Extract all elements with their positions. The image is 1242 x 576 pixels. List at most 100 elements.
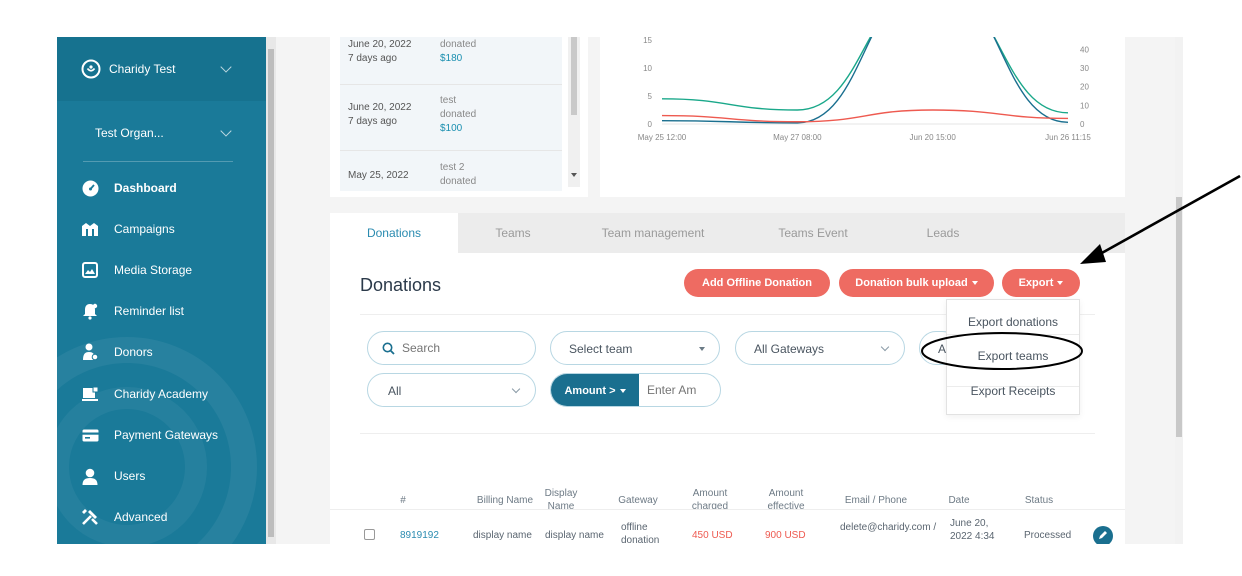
activity-ago: 7 days ago (348, 53, 397, 64)
all-value: All (388, 384, 402, 398)
col-header-email-phone[interactable]: Email / Phone (838, 494, 914, 507)
sidebar-item-label: Donors (114, 345, 153, 359)
chart-series-line-2 (661, 109, 1069, 123)
credit-card-icon (81, 426, 99, 444)
search-icon (382, 342, 395, 358)
col-header-gateway[interactable]: Gateway (618, 494, 658, 507)
sidebar-scrollbar-thumb[interactable] (268, 49, 274, 537)
sidebar-item-advanced[interactable]: Advanced (81, 505, 261, 529)
main-content: June 20, 20227 days ago testdonated$180 … (276, 37, 1175, 544)
chart-series-line-1 (661, 37, 1069, 124)
academy-icon (81, 385, 99, 403)
media-storage-icon (81, 261, 99, 279)
page-scrollbar[interactable] (1175, 37, 1183, 544)
sub-org-switcher[interactable]: Test Organ... (57, 101, 266, 163)
export-teams-item[interactable]: Export teams (947, 349, 1079, 363)
cell-amount-effective: 900 USD (765, 530, 806, 541)
activity-item: June 20, 20227 days ago testdonated$180 (340, 37, 562, 85)
edit-row-button[interactable] (1093, 526, 1113, 544)
activity-amount: $180 (440, 53, 463, 64)
col-header-billing-name[interactable]: Billing Name (470, 494, 540, 507)
cell-email: delete@charidy.com / (840, 522, 937, 533)
chart-svg: 0510150102030405060May 25 12:00May 27 08… (638, 37, 1091, 142)
x-tick-label: Jun 26 11:15 (1045, 133, 1091, 142)
gateways-dropdown[interactable]: All Gateways (735, 331, 905, 365)
sidebar-item-label: Charidy Academy (114, 387, 209, 401)
donations-chart: 0510150102030405060May 25 12:00May 27 08… (600, 37, 1125, 197)
search-field[interactable] (367, 331, 536, 365)
add-offline-donation-button[interactable]: Add Offline Donation (684, 269, 830, 297)
amount-input[interactable] (647, 383, 717, 397)
sidebar-item-label: Advanced (114, 510, 168, 524)
activity-date: June 20, 2022 (348, 102, 412, 113)
tools-icon (81, 508, 99, 526)
charidy-logo-icon (81, 59, 101, 82)
tab-donations[interactable]: Donations (330, 213, 458, 253)
sidebar-item-reminder-list[interactable]: Reminder list (81, 299, 261, 323)
chevron-down-icon (220, 61, 232, 73)
tab-leads[interactable]: Leads (888, 213, 998, 253)
activity-scrollbar-thumb[interactable] (571, 37, 577, 115)
y-right-tick-label: 0 (1080, 120, 1085, 129)
donations-panel: Donations Add Offline Donation Donation … (330, 253, 1125, 544)
amount-filter: Amount > (550, 373, 721, 407)
caret-down-icon (971, 281, 978, 286)
activity-item: June 20, 2022 7 days ago test donated $100 (340, 85, 562, 151)
sidebar-scrollbar[interactable] (266, 37, 276, 544)
y-left-tick-label: 15 (643, 37, 652, 45)
select-team-dropdown[interactable]: Select team (550, 331, 720, 365)
sidebar-item-campaigns[interactable]: Campaigns (81, 217, 261, 241)
cell-id[interactable]: 8919192 (400, 529, 439, 542)
cell-billing-name: display name (473, 530, 532, 541)
select-team-value: Select team (569, 342, 633, 356)
chart-series-line-0 (661, 37, 1069, 114)
col-header-status[interactable]: Status (1021, 494, 1057, 507)
sidebar-item-payment-gateways[interactable]: Payment Gateways (81, 423, 261, 447)
donation-bulk-upload-button[interactable]: Donation bulk upload (839, 269, 994, 297)
y-right-tick-label: 30 (1080, 64, 1089, 73)
activity-item: May 25, 2022 test 2 donated (340, 151, 562, 191)
x-tick-label: Jun 20 15:00 (910, 133, 957, 142)
activity-action: donated (440, 39, 477, 50)
cell-gateway: offline donation (621, 522, 660, 544)
caret-down-icon (1057, 281, 1064, 286)
sidebar-item-charidy-academy[interactable]: Charidy Academy (81, 382, 261, 406)
sidebar-item-donors[interactable]: Donors (81, 340, 261, 364)
activity-ago: 7 days ago (348, 116, 397, 127)
chevron-down-icon (220, 125, 232, 137)
sidebar-divider (83, 161, 233, 162)
scroll-down-icon[interactable] (571, 173, 577, 177)
cell-amount-charged: 450 USD (692, 530, 733, 541)
activity-name: test 2 (440, 162, 465, 173)
search-input[interactable] (402, 341, 522, 355)
col-header-id[interactable]: # (398, 494, 408, 507)
org-switcher[interactable]: Charidy Test (57, 37, 266, 101)
activity-date: May 25, 2022 (348, 170, 409, 181)
tab-team-management[interactable]: Team management (568, 213, 738, 253)
activity-scrollbar[interactable] (568, 37, 580, 187)
export-receipts-item[interactable]: Export Receipts (947, 384, 1079, 398)
tab-teams-event[interactable]: Teams Event (738, 213, 888, 253)
sidebar-item-users[interactable]: Users (81, 464, 261, 488)
export-donations-item[interactable]: Export donations (947, 315, 1079, 329)
export-button[interactable]: Export (1002, 269, 1080, 297)
col-header-date[interactable]: Date (944, 494, 974, 507)
all-dropdown[interactable]: All (367, 373, 536, 407)
bell-icon (81, 302, 99, 320)
cell-date: June 20, 2022 4:34 (950, 518, 995, 542)
gateways-value: All Gateways (754, 342, 825, 356)
sidebar-item-label: Users (114, 469, 146, 483)
sidebar-item-media-storage[interactable]: Media Storage (81, 258, 261, 282)
tab-teams[interactable]: Teams (458, 213, 568, 253)
dashboard-icon (81, 179, 99, 197)
page-scrollbar-thumb[interactable] (1176, 197, 1182, 437)
menu-divider (947, 334, 1079, 335)
fourth-filter-value: A (938, 342, 947, 356)
sidebar-item-label: Media Storage (114, 263, 193, 277)
sidebar-item-dashboard[interactable]: Dashboard (81, 176, 261, 200)
row-checkbox[interactable] (364, 529, 375, 540)
org-name: Charidy Test (109, 62, 176, 76)
cell-status: Processed (1024, 530, 1072, 541)
amount-operator-button[interactable]: Amount > (551, 374, 639, 406)
sidebar-item-label: Payment Gateways (114, 428, 219, 442)
